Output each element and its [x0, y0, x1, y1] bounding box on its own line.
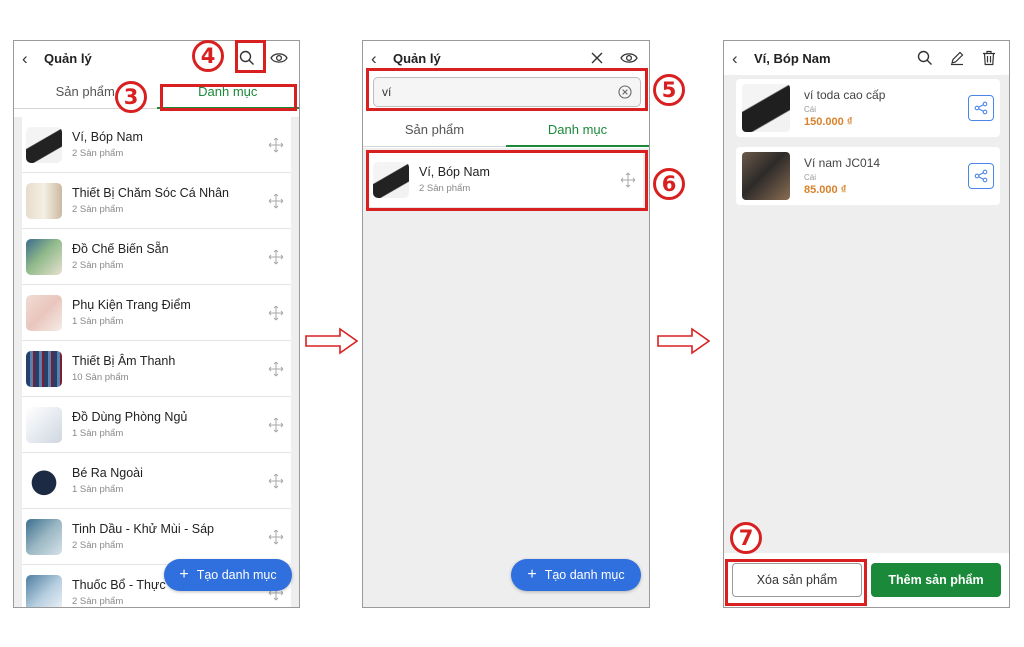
screen-category-detail: ‹ Ví, Bóp Nam ví toda cao cấp Cái 150.00… — [723, 40, 1010, 608]
highlight-search-field — [366, 68, 648, 111]
plus-icon: + — [179, 566, 189, 583]
trash-icon[interactable] — [977, 46, 1001, 70]
eye-icon[interactable] — [267, 46, 291, 70]
category-thumbnail — [26, 574, 62, 607]
product-price: 150.000 ₫ — [804, 116, 853, 128]
category-name: Thiết Bị Chăm Sóc Cá Nhân — [72, 186, 230, 200]
add-products-button[interactable]: Thêm sản phẩm — [871, 563, 1001, 597]
category-name: Tinh Dầu - Khử Mùi - Sáp — [72, 522, 214, 536]
category-count: 1 Sản phẩm — [72, 316, 124, 327]
create-category-button[interactable]: + Tạo danh mục — [164, 559, 292, 591]
product-name: Ví nam JC014 — [804, 156, 881, 170]
category-name: Phụ Kiện Trang Điểm — [72, 298, 191, 312]
category-count: 1 Sản phẩm — [72, 428, 124, 439]
close-icon[interactable] — [585, 46, 609, 70]
chevron-left-icon[interactable]: ‹ — [732, 50, 754, 67]
step-badge: 5 — [653, 74, 685, 106]
header: ‹ Ví, Bóp Nam — [724, 41, 1009, 75]
category-count: 2 Sản phẩm — [72, 204, 124, 215]
page-title: Quản lý — [393, 50, 441, 66]
product-card[interactable]: ví toda cao cấp Cái 150.000 ₫ — [736, 79, 1000, 137]
eye-icon[interactable] — [617, 46, 641, 70]
product-name: ví toda cao cấp — [804, 88, 886, 102]
highlight-categories-tab — [160, 84, 297, 111]
product-card[interactable]: Ví nam JC014 Cái 85.000 ₫ — [736, 147, 1000, 205]
list-item[interactable]: Đồ Chế Biến Sẵn 2 Sản phẩm — [22, 229, 291, 285]
highlight-search-icon — [235, 40, 266, 73]
tab-categories[interactable]: Danh mục — [506, 113, 649, 147]
category-count: 2 Sản phẩm — [72, 540, 124, 551]
list-item[interactable]: Bé Ra Ngoài 1 Sản phẩm — [22, 453, 291, 509]
category-thumbnail — [26, 294, 62, 331]
move-icon[interactable] — [267, 248, 285, 266]
chevron-left-icon[interactable]: ‹ — [22, 50, 44, 67]
category-count: 10 Sản phẩm — [72, 372, 129, 383]
move-icon[interactable] — [267, 136, 285, 154]
tab-products[interactable]: Sản phẩm — [363, 113, 506, 146]
step-badge: 3 — [115, 81, 147, 113]
flow-arrow-icon — [305, 327, 359, 355]
category-count: 2 Sản phẩm — [72, 148, 124, 159]
category-thumbnail — [26, 462, 62, 499]
search-icon[interactable] — [913, 46, 937, 70]
create-category-label: Tạo danh mục — [544, 568, 625, 582]
move-icon[interactable] — [267, 304, 285, 322]
list-item[interactable]: Đồ Dùng Phòng Ngủ 1 Sản phẩm — [22, 397, 291, 453]
list-item[interactable]: Tinh Dầu - Khử Mùi - Sáp 2 Sản phẩm — [22, 509, 291, 565]
step-badge: 4 — [192, 40, 224, 72]
step-badge: 7 — [730, 522, 762, 554]
plus-icon: + — [527, 566, 537, 583]
category-thumbnail — [26, 406, 62, 443]
category-name: Đồ Chế Biến Sẵn — [72, 242, 169, 256]
highlight-delete-button — [725, 559, 867, 606]
move-icon[interactable] — [267, 528, 285, 546]
move-icon[interactable] — [267, 472, 285, 490]
product-unit: Cái — [804, 173, 817, 182]
screen-category-search: ‹ Quản lý ví Sản phẩm Danh mục Ví, Bóp N… — [362, 40, 650, 608]
category-count: 2 Sản phẩm — [72, 260, 124, 271]
share-icon — [974, 101, 988, 115]
highlight-search-result — [366, 150, 648, 211]
share-button[interactable] — [968, 163, 994, 189]
category-list: Ví, Bóp Nam 2 Sản phẩm Thiết Bị Chăm Sóc … — [14, 117, 299, 607]
category-thumbnail — [26, 126, 62, 163]
list-item[interactable]: Thiết Bị Chăm Sóc Cá Nhân 2 Sản phẩm — [22, 173, 291, 229]
category-thumbnail — [26, 350, 62, 387]
share-icon — [974, 169, 988, 183]
list-item[interactable]: Ví, Bóp Nam 2 Sản phẩm — [22, 117, 291, 173]
tutorial-stage: ‹ Quản lý Sản phẩm Danh mục Ví, Bóp Nam 2… — [0, 0, 1024, 647]
step-badge: 6 — [653, 168, 685, 200]
category-thumbnail — [26, 518, 62, 555]
screen-category-list: ‹ Quản lý Sản phẩm Danh mục Ví, Bóp Nam 2… — [13, 40, 300, 608]
create-category-label: Tạo danh mục — [196, 568, 277, 582]
category-name: Bé Ra Ngoài — [72, 466, 143, 480]
category-name: Thiết Bị Âm Thanh — [72, 354, 176, 368]
move-icon[interactable] — [267, 416, 285, 434]
chevron-left-icon[interactable]: ‹ — [371, 50, 393, 67]
flow-arrow-icon — [657, 327, 711, 355]
list-item[interactable]: Thiết Bị Âm Thanh 10 Sản phẩm — [22, 341, 291, 397]
category-count: 1 Sản phẩm — [72, 484, 124, 495]
product-price: 85.000 ₫ — [804, 184, 847, 196]
results-area: Ví, Bóp Nam 2 Sản phẩm — [363, 148, 649, 607]
category-count: 2 Sản phẩm — [72, 596, 124, 607]
edit-icon[interactable] — [945, 46, 969, 70]
move-icon[interactable] — [267, 192, 285, 210]
list-item[interactable]: Phụ Kiện Trang Điểm 1 Sản phẩm — [22, 285, 291, 341]
create-category-button[interactable]: + Tạo danh mục — [511, 559, 641, 591]
product-list: ví toda cao cấp Cái 150.000 ₫ Ví nam JC0… — [724, 75, 1009, 607]
product-unit: Cái — [804, 105, 817, 114]
category-name: Ví, Bóp Nam — [72, 130, 143, 144]
category-thumbnail — [26, 182, 62, 219]
tab-bar: Sản phẩm Danh mục — [363, 113, 649, 147]
product-image — [742, 152, 790, 200]
category-thumbnail — [26, 238, 62, 275]
product-image — [742, 84, 790, 132]
category-name: Đồ Dùng Phòng Ngủ — [72, 410, 188, 424]
share-button[interactable] — [968, 95, 994, 121]
page-title: Ví, Bóp Nam — [754, 50, 831, 66]
move-icon[interactable] — [267, 360, 285, 378]
